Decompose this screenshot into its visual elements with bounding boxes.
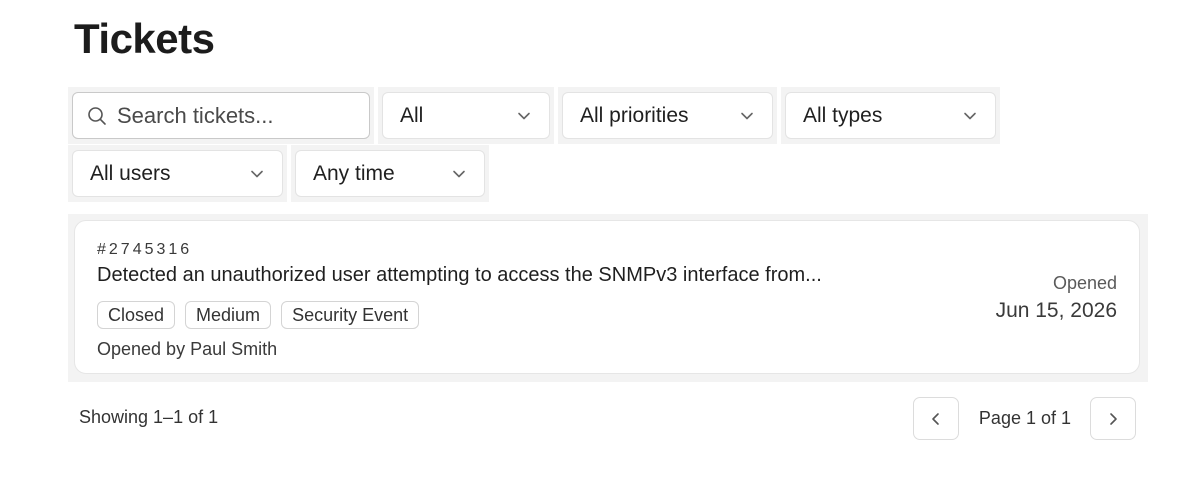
type-filter-value: All types bbox=[803, 103, 883, 127]
previous-page-button[interactable] bbox=[912, 397, 959, 440]
status-filter-select[interactable]: All bbox=[382, 92, 550, 139]
time-filter-cell: Any time bbox=[287, 145, 489, 202]
ticket-opened-date: Jun 15, 2026 bbox=[995, 299, 1117, 322]
priority-filter-value: All priorities bbox=[580, 103, 689, 127]
time-filter-select[interactable]: Any time bbox=[295, 150, 485, 197]
filter-bar-row-1: All All priorities All types bbox=[68, 87, 1000, 144]
priority-filter-cell: All priorities bbox=[554, 87, 777, 144]
page-indicator: Page 1 of 1 bbox=[978, 408, 1071, 428]
chevron-right-icon bbox=[1110, 412, 1117, 425]
chevron-left-icon bbox=[932, 412, 939, 425]
chevron-down-icon bbox=[453, 170, 465, 177]
status-filter-value: All bbox=[400, 103, 424, 127]
search-input[interactable] bbox=[117, 102, 357, 129]
pagination: Page 1 of 1 bbox=[912, 397, 1136, 440]
chevron-down-icon bbox=[964, 112, 976, 119]
priority-filter-select[interactable]: All priorities bbox=[562, 92, 773, 139]
type-filter-select[interactable]: All types bbox=[785, 92, 996, 139]
type-badge: Security Event bbox=[281, 301, 420, 329]
chevron-down-icon bbox=[741, 112, 753, 119]
status-badge: Closed bbox=[97, 301, 176, 329]
status-filter-cell: All bbox=[374, 87, 554, 144]
search-icon bbox=[88, 106, 106, 125]
ticket-id: #2745316 bbox=[97, 241, 193, 258]
ticket-tags: Closed Medium Security Event bbox=[97, 301, 420, 329]
user-filter-select[interactable]: All users bbox=[72, 150, 283, 197]
search-cell bbox=[68, 87, 374, 144]
tickets-page: Tickets All All priorities bbox=[0, 0, 1200, 503]
ticket-opened-by: Opened by Paul Smith bbox=[97, 339, 278, 359]
filter-bar-row-2: All users Any time bbox=[68, 145, 489, 202]
priority-badge: Medium bbox=[185, 301, 272, 329]
next-page-button[interactable] bbox=[1090, 397, 1136, 440]
results-count: Showing 1–1 of 1 bbox=[79, 407, 219, 427]
page-title: Tickets bbox=[74, 15, 215, 62]
ticket-card[interactable]: #2745316 Detected an unauthorized user a… bbox=[74, 220, 1140, 374]
type-filter-cell: All types bbox=[777, 87, 1000, 144]
ticket-opened-label: Opened bbox=[1052, 273, 1117, 293]
ticket-list: #2745316 Detected an unauthorized user a… bbox=[68, 214, 1148, 382]
chevron-down-icon bbox=[518, 112, 530, 119]
search-box[interactable] bbox=[72, 92, 370, 139]
user-filter-cell: All users bbox=[68, 145, 287, 202]
chevron-down-icon bbox=[251, 170, 263, 177]
ticket-title: Detected an unauthorized user attempting… bbox=[97, 264, 822, 286]
user-filter-value: All users bbox=[90, 161, 171, 185]
time-filter-value: Any time bbox=[313, 161, 395, 185]
